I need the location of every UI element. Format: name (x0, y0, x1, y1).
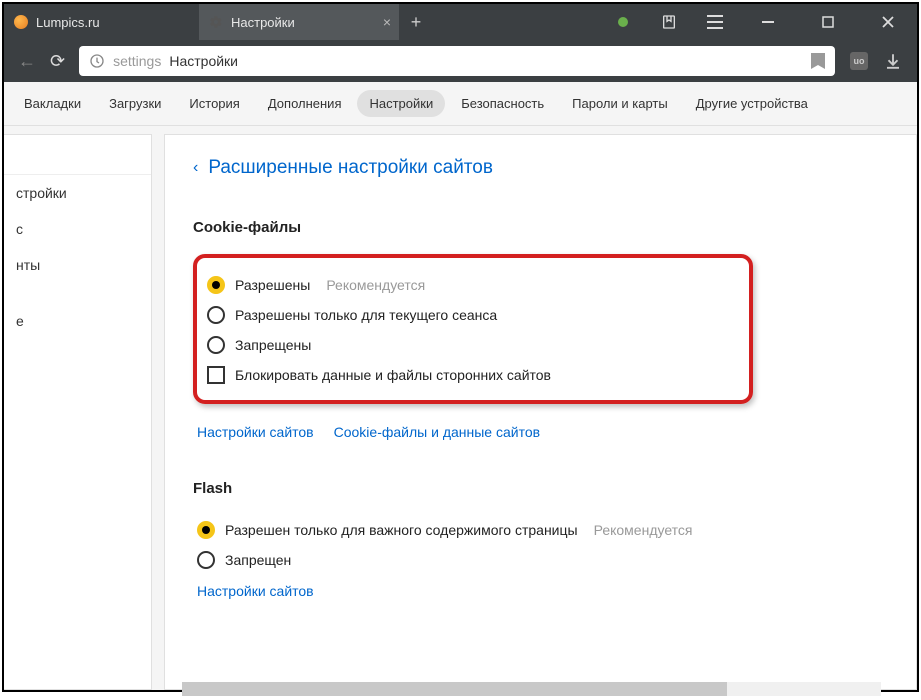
sidebar-item[interactable]: стройки (4, 175, 151, 211)
maximize-button[interactable] (807, 4, 849, 40)
settings-nav: Вакладки Загрузки История Дополнения Нас… (4, 82, 917, 126)
option-label: Разрешены только для текущего сеанса (235, 307, 497, 323)
nav-tab-addons[interactable]: Дополнения (256, 90, 354, 117)
sidebar-item[interactable] (4, 283, 151, 303)
option-label: Запрещены (235, 337, 311, 353)
page-title[interactable]: ‹ Расширенные настройки сайтов (193, 157, 888, 179)
link-cookie-data[interactable]: Cookie-файлы и данные сайтов (334, 424, 540, 440)
main-content: ‹ Расширенные настройки сайтов Cookie-фа… (164, 134, 917, 690)
option-label: Запрещен (225, 552, 291, 568)
titlebar: Lumpics.ru Настройки × + (4, 4, 917, 40)
cookie-opt-session[interactable]: Разрешены только для текущего сеанса (203, 300, 735, 330)
radio-icon (207, 276, 225, 294)
tab-label: Настройки (231, 15, 295, 30)
sidebar-item[interactable]: нты (4, 247, 151, 283)
menu-icon[interactable] (701, 4, 729, 40)
flash-section: Flash Разрешен только для важного содерж… (193, 480, 888, 599)
downloads-icon[interactable] (883, 51, 903, 71)
radio-icon (197, 521, 215, 539)
cookie-opt-blocked[interactable]: Запрещены (203, 330, 735, 360)
nav-tab-downloads[interactable]: Загрузки (97, 90, 173, 117)
option-label: Разрешены (235, 277, 310, 293)
back-button[interactable]: ← (18, 51, 36, 72)
option-label: Блокировать данные и файлы сторонних сай… (235, 367, 551, 383)
nav-tab-devices[interactable]: Другие устройства (684, 90, 820, 117)
page-title-text: Расширенные настройки сайтов (208, 157, 493, 179)
browser-window: Lumpics.ru Настройки × + (2, 2, 919, 692)
minimize-button[interactable] (747, 4, 789, 40)
cookie-links: Настройки сайтов Cookie-файлы и данные с… (193, 424, 888, 440)
tab-label: Lumpics.ru (36, 15, 100, 30)
highlight-box: Разрешены Рекомендуется Разрешены только… (193, 254, 753, 404)
option-label: Разрешен только для важного содержимого … (225, 522, 578, 538)
tab-settings[interactable]: Настройки × (199, 4, 399, 40)
checkbox-icon (207, 366, 225, 384)
sidebar-item[interactable] (4, 135, 151, 175)
new-tab-button[interactable]: + (399, 4, 433, 40)
flash-links: Настройки сайтов (193, 583, 888, 599)
option-hint: Рекомендуется (594, 522, 693, 538)
link-site-settings[interactable]: Настройки сайтов (197, 424, 314, 440)
option-hint: Рекомендуется (326, 277, 425, 293)
radio-icon (207, 336, 225, 354)
close-button[interactable] (867, 4, 909, 40)
bookmark-icon[interactable] (655, 4, 683, 40)
nav-tab-security[interactable]: Безопасность (449, 90, 556, 117)
cookie-opt-thirdparty[interactable]: Блокировать данные и файлы сторонних сай… (203, 360, 735, 390)
toolbar: ← ⟳ settings Настройки uo (4, 40, 917, 82)
nav-tab-bookmarks[interactable]: Вакладки (12, 90, 93, 117)
yandex-icon (89, 53, 105, 69)
sidebar: стройки с нты е (4, 134, 152, 690)
close-icon[interactable]: × (383, 14, 391, 30)
scrollbar-thumb[interactable] (182, 682, 727, 696)
horizontal-scrollbar[interactable] (182, 682, 881, 696)
reload-button[interactable]: ⟳ (50, 51, 65, 72)
site-icon (14, 15, 28, 29)
gear-icon (209, 15, 223, 29)
sidebar-item[interactable]: е (4, 303, 151, 339)
nav-tab-passwords[interactable]: Пароли и карты (560, 90, 680, 117)
chevron-left-icon: ‹ (193, 159, 198, 177)
section-title: Cookie-файлы (193, 219, 888, 236)
content-row: стройки с нты е ‹ Расширенные настройки … (4, 126, 917, 690)
radio-icon (207, 306, 225, 324)
nav-tab-history[interactable]: История (177, 90, 251, 117)
address-bar[interactable]: settings Настройки (79, 46, 835, 76)
nav-tab-settings[interactable]: Настройки (357, 90, 445, 117)
sidebar-item[interactable]: с (4, 211, 151, 247)
address-prefix: settings (113, 53, 161, 69)
radio-icon (197, 551, 215, 569)
status-icon[interactable] (609, 4, 637, 40)
section-title: Flash (193, 480, 888, 497)
bookmark-flag-icon[interactable] (811, 53, 825, 69)
link-site-settings[interactable]: Настройки сайтов (197, 583, 314, 599)
address-text: Настройки (169, 53, 238, 69)
adblock-icon[interactable]: uo (849, 51, 869, 71)
flash-opt-blocked[interactable]: Запрещен (193, 545, 888, 575)
cookie-opt-allowed[interactable]: Разрешены Рекомендуется (203, 270, 735, 300)
cookie-section: Cookie-файлы Разрешены Рекомендуется Раз… (193, 219, 888, 440)
flash-opt-important[interactable]: Разрешен только для важного содержимого … (193, 515, 888, 545)
titlebar-controls (609, 4, 917, 40)
tab-lumpics[interactable]: Lumpics.ru (4, 4, 199, 40)
